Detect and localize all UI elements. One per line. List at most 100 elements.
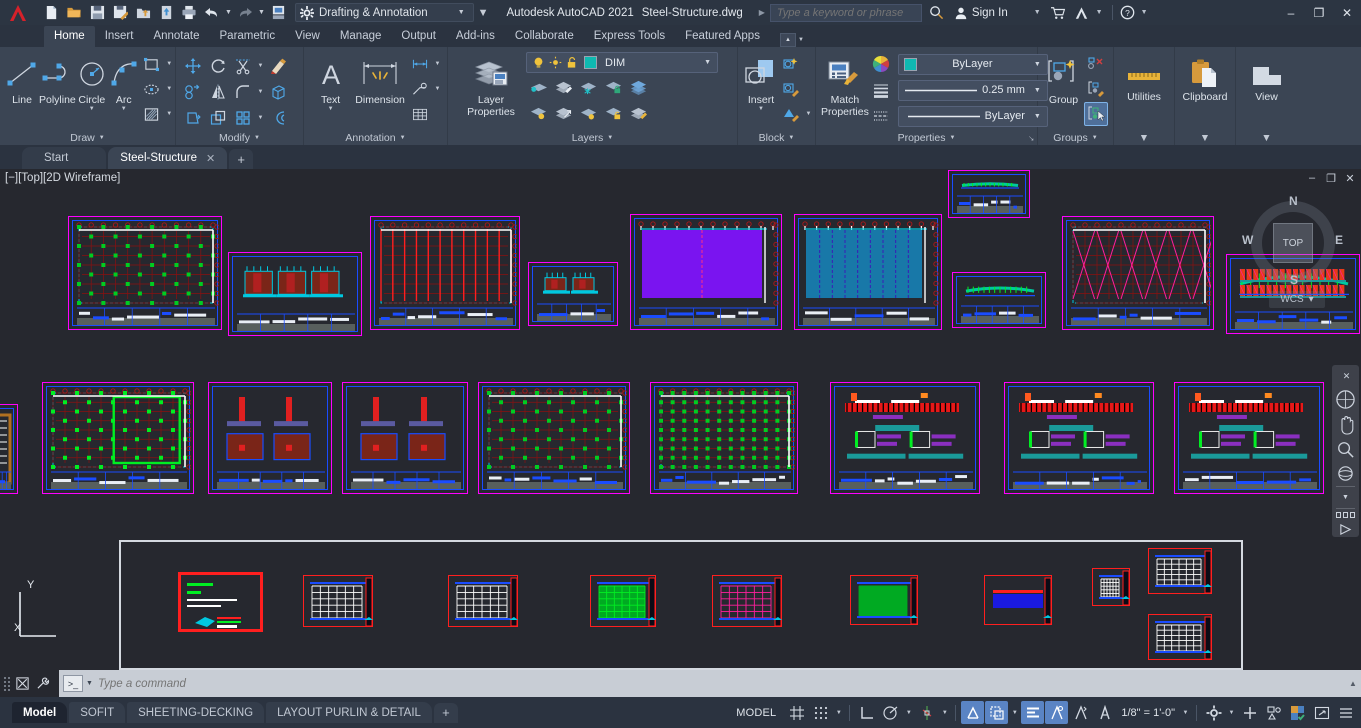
layer-match-icon[interactable] <box>551 75 575 99</box>
drawing-thumbnail[interactable] <box>303 575 373 627</box>
panel-draw-title[interactable]: Draw ▼ <box>0 130 175 145</box>
linear-dimension-caret[interactable]: ▼ <box>433 52 442 76</box>
drawing-sheet[interactable] <box>370 216 520 330</box>
insert-dropdown-caret[interactable]: ▼ <box>758 106 764 112</box>
viewport-restore-button[interactable]: ❐ <box>1324 171 1338 185</box>
fillet-dropdown-caret[interactable]: ▼ <box>256 80 265 104</box>
fillet-icon[interactable] <box>231 80 255 104</box>
layer-unlock-icon[interactable] <box>601 101 625 125</box>
search-command-icon[interactable] <box>33 674 55 694</box>
layer-freeze-icon[interactable] <box>576 75 600 99</box>
layer-change-to-current-icon[interactable] <box>551 101 575 125</box>
panel-clipboard-caret[interactable]: ▼ <box>1175 130 1235 145</box>
file-tab-steel-structure[interactable]: Steel-Structure ✕ <box>108 147 227 169</box>
ortho-mode-icon[interactable] <box>855 701 878 724</box>
save-icon[interactable] <box>86 2 108 24</box>
leader-dropdown-caret[interactable]: ▼ <box>433 77 442 101</box>
ribbon-tab-annotate[interactable]: Annotate <box>143 26 209 47</box>
close-button[interactable]: ✕ <box>1333 0 1361 25</box>
chevron-down-icon[interactable]: ▼ <box>254 135 260 141</box>
customization-plus-icon[interactable] <box>1238 701 1261 724</box>
drawing-sheet[interactable] <box>952 272 1046 328</box>
layer-unisolate-icon[interactable] <box>576 101 600 125</box>
layout-tab-model[interactable]: Model <box>12 702 67 723</box>
layer-color-swatch[interactable] <box>584 56 597 69</box>
layout-tab-sheeting-decking[interactable]: SHEETING-DECKING <box>127 702 264 723</box>
pan-icon[interactable] <box>1335 413 1356 436</box>
workspace-dropdown-caret[interactable]: ▼ <box>1226 701 1237 724</box>
lineweight-combo[interactable]: 0.25 mm ▼ <box>898 80 1048 101</box>
ungroup-icon[interactable] <box>1084 52 1108 76</box>
circle-dropdown-caret[interactable]: ▼ <box>89 106 95 112</box>
copy-icon[interactable] <box>181 80 205 104</box>
drawing-sheet[interactable] <box>528 262 618 326</box>
chevron-down-icon[interactable]: ▼ <box>607 135 613 141</box>
clean-screen-icon[interactable] <box>1310 701 1333 724</box>
chevron-down-icon[interactable]: ▼ <box>400 135 406 141</box>
sign-in-button[interactable]: Sign In <box>954 6 1008 20</box>
command-history-scroll[interactable]: ▲ <box>1345 679 1361 688</box>
view-cube-west[interactable]: W <box>1242 233 1253 247</box>
save-to-web-icon[interactable] <box>155 2 177 24</box>
recent-commands-icon[interactable]: >_ <box>63 675 83 692</box>
drawing-thumbnail[interactable] <box>712 575 782 627</box>
text-tool[interactable]: A Text ▼ <box>309 50 352 112</box>
drawing-sheet[interactable] <box>794 214 942 330</box>
trim-dropdown-caret[interactable]: ▼ <box>256 54 265 78</box>
ribbon-tab-manage[interactable]: Manage <box>330 26 392 47</box>
polyline-tool[interactable]: Polyline <box>39 50 76 106</box>
group-edit-icon[interactable] <box>1084 77 1108 101</box>
group-selection-icon[interactable] <box>1084 102 1108 126</box>
create-block-icon[interactable] <box>779 52 803 76</box>
signin-caret[interactable]: ▼ <box>1030 9 1045 16</box>
new-layout-button[interactable]: + <box>434 703 458 723</box>
search-input[interactable] <box>770 4 922 22</box>
drawing-sheet[interactable] <box>208 382 332 494</box>
panel-groups-title[interactable]: Groups ▼ <box>1038 130 1113 145</box>
stretch-icon[interactable] <box>181 106 205 130</box>
3d-array-icon[interactable] <box>266 80 290 104</box>
drawing-thumbnail[interactable] <box>984 575 1052 625</box>
drawing-thumbnail[interactable] <box>850 575 918 625</box>
undo-icon[interactable] <box>201 2 223 24</box>
array-icon[interactable] <box>231 106 255 130</box>
view-cube[interactable]: TOP N S W E <box>1247 197 1339 289</box>
line-tool[interactable]: Line <box>5 50 39 106</box>
orbit-icon[interactable] <box>1335 463 1356 483</box>
polar-tracking-icon[interactable] <box>879 701 902 724</box>
ribbon-tab-parametric[interactable]: Parametric <box>210 26 286 47</box>
isolate-objects-icon[interactable] <box>1262 701 1285 724</box>
utilities-tool[interactable]: Utilities <box>1119 59 1169 103</box>
help-icon[interactable]: ? <box>1118 5 1137 20</box>
ribbon-tab-view[interactable]: View <box>285 26 330 47</box>
clipboard-tool[interactable]: Clipboard <box>1180 53 1230 103</box>
drawing-thumbnail[interactable] <box>1148 548 1212 594</box>
edit-attribute-icon[interactable] <box>779 102 803 126</box>
batch-plot-icon[interactable] <box>267 2 289 24</box>
transparency-icon[interactable] <box>1021 701 1044 724</box>
drawing-thumbnail[interactable] <box>178 572 263 632</box>
drawing-canvas[interactable]: [−][Top][2D Wireframe] – ❐ ✕ Y X TOP N S… <box>0 169 1361 670</box>
drawing-sheet[interactable] <box>630 214 782 330</box>
customize-icon[interactable] <box>11 674 33 694</box>
ribbon-tab-insert[interactable]: Insert <box>95 26 144 47</box>
table-icon[interactable] <box>408 102 432 126</box>
drawing-sheet[interactable] <box>478 382 630 494</box>
panel-view-caret[interactable]: ▼ <box>1236 130 1297 145</box>
array-dropdown-caret[interactable]: ▼ <box>256 106 265 130</box>
ribbon-tab-home[interactable]: Home <box>44 26 95 47</box>
new-file-tab-button[interactable]: + <box>229 149 253 169</box>
help-caret[interactable]: ▼ <box>1137 9 1152 16</box>
lineweight-display-icon[interactable] <box>985 701 1008 724</box>
view-cube-north[interactable]: N <box>1289 194 1298 208</box>
drawing-sheet[interactable] <box>1004 382 1154 494</box>
scale-dropdown-caret[interactable]: ▼ <box>1180 701 1191 724</box>
layer-off-icon[interactable] <box>526 101 550 125</box>
command-prompt-caret[interactable]: ▼ <box>83 680 98 687</box>
selection-cycling-icon[interactable] <box>1045 701 1068 724</box>
annotation-scale-value[interactable]: 1/8" = 1'-0" <box>1117 707 1179 719</box>
layer-lock-icon[interactable] <box>601 75 625 99</box>
polar-dropdown-caret[interactable]: ▼ <box>903 701 914 724</box>
panel-utilities-caret[interactable]: ▼ <box>1114 130 1174 145</box>
annotation-visibility-icon[interactable] <box>1069 701 1092 724</box>
